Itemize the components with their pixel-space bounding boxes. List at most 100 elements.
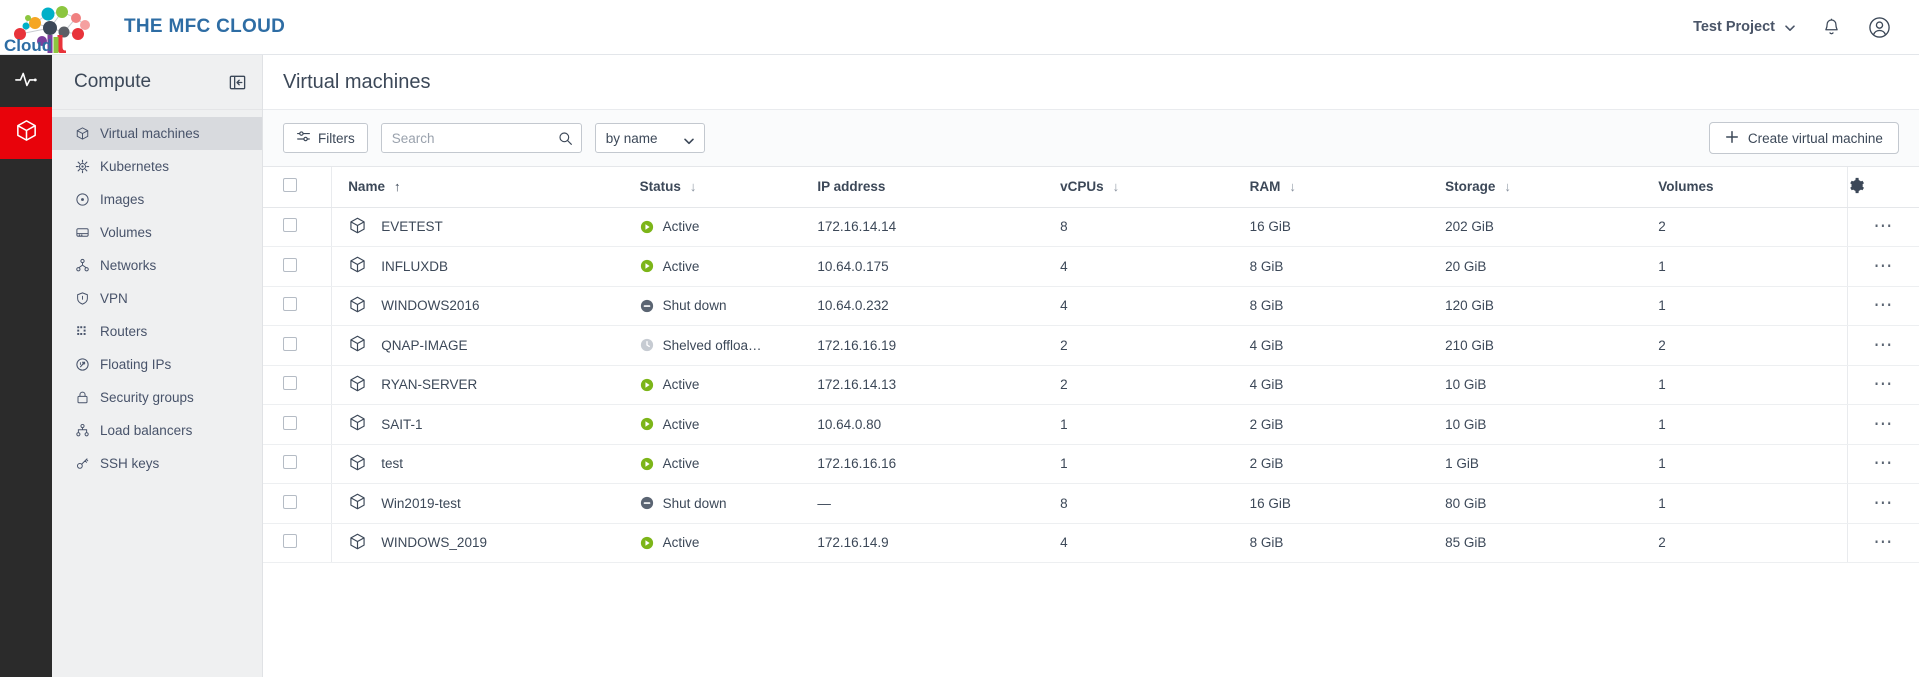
row-checkbox[interactable] [283,455,297,469]
rail-item-monitoring[interactable] [0,55,52,107]
table-row[interactable]: WINDOWS2016Shut down10.64.0.23248 GiB120… [263,286,1919,326]
row-storage-cell: 202 GiB [1445,207,1658,247]
status-indicator-icon [640,338,654,352]
ellipsis-icon[interactable]: ⋯ [1873,414,1894,435]
status-indicator-icon [640,457,654,471]
column-header-ram[interactable]: RAM ↓ [1250,167,1445,207]
row-checkbox[interactable] [283,416,297,430]
ellipsis-icon[interactable]: ⋯ [1873,493,1894,514]
select-all-checkbox[interactable] [283,178,297,192]
vm-name-link[interactable]: RYAN-SERVER [381,377,477,392]
user-account-icon[interactable] [1868,16,1891,39]
rail-item-compute[interactable] [0,107,52,159]
row-select-cell [263,523,332,563]
project-selector[interactable]: Test Project [1693,19,1795,35]
table-row[interactable]: INFLUXDBActive10.64.0.17548 GiB20 GiB1⋯ [263,247,1919,287]
table-row[interactable]: SAIT-1Active10.64.0.8012 GiB10 GiB1⋯ [263,405,1919,445]
row-checkbox[interactable] [283,297,297,311]
sidebar-item-label: VPN [100,291,128,306]
row-status-cell: Active [640,444,818,484]
sidebar-item-volumes[interactable]: Volumes [52,216,262,249]
row-checkbox[interactable] [283,258,297,272]
sidebar-item-networks[interactable]: Networks [52,249,262,282]
sort-desc-icon[interactable]: ↓ [1113,180,1120,193]
sort-desc-icon[interactable]: ↓ [1504,180,1511,193]
row-ram-cell: 8 GiB [1250,523,1445,563]
row-name-cell: RYAN-SERVER [332,365,640,405]
table-row[interactable]: EVETESTActive172.16.14.14816 GiB202 GiB2… [263,207,1919,247]
vm-name-link[interactable]: WINDOWS2016 [381,298,479,313]
table-row[interactable]: QNAP-IMAGEShelved offloa…172.16.16.1924 … [263,326,1919,366]
ellipsis-icon[interactable]: ⋯ [1873,295,1894,316]
ellipsis-icon[interactable]: ⋯ [1873,256,1894,277]
sidebar-item-images[interactable]: Images [52,183,262,216]
vm-name-link[interactable]: INFLUXDB [381,259,448,274]
ellipsis-icon[interactable]: ⋯ [1873,532,1894,553]
search-input[interactable] [382,124,581,152]
page-header: Virtual machines [263,55,1919,110]
table-scroll-region[interactable]: Name ↑ Status ↓ [263,167,1919,677]
table-row[interactable]: WINDOWS_2019Active172.16.14.948 GiB85 Gi… [263,523,1919,563]
status-indicator-icon [640,496,654,510]
vm-name-link[interactable]: SAIT-1 [381,417,422,432]
status-label: Shut down [663,298,727,313]
sort-select[interactable]: by name [595,123,705,153]
column-header-vcpus[interactable]: vCPUs ↓ [1060,167,1250,207]
vm-name-link[interactable]: WINDOWS_2019 [381,535,487,550]
bell-icon[interactable] [1821,17,1842,38]
sidebar-item-routers[interactable]: Routers [52,315,262,348]
floating-ip-icon [74,357,90,373]
sort-asc-icon[interactable]: ↑ [394,180,401,193]
row-checkbox[interactable] [283,218,297,232]
sidebar-item-vpn[interactable]: VPN [52,282,262,315]
ellipsis-icon[interactable]: ⋯ [1873,374,1894,395]
row-checkbox[interactable] [283,376,297,390]
table-body: EVETESTActive172.16.14.14816 GiB202 GiB2… [263,207,1919,563]
sidebar-item-ssh-keys[interactable]: SSH keys [52,447,262,480]
table-row[interactable]: testActive172.16.16.1612 GiB1 GiB1⋯ [263,444,1919,484]
sort-desc-icon[interactable]: ↓ [690,180,697,193]
collapse-panel-icon[interactable] [228,73,247,92]
brand-logo[interactable]: Cloud THE MFC CLOUD [0,0,285,55]
sidebar-item-kubernetes[interactable]: Kubernetes [52,150,262,183]
table-row[interactable]: Win2019-testShut down—816 GiB80 GiB1⋯ [263,484,1919,524]
sidebar-item-security-groups[interactable]: Security groups [52,381,262,414]
column-header-volumes[interactable]: Volumes [1658,167,1848,207]
ellipsis-icon[interactable]: ⋯ [1873,453,1894,474]
row-ram-cell: 4 GiB [1250,326,1445,366]
row-volumes-cell: 2 [1658,207,1848,247]
row-storage-cell: 10 GiB [1445,405,1658,445]
search-icon[interactable] [558,131,573,151]
search-box[interactable] [381,123,582,153]
ellipsis-icon[interactable]: ⋯ [1873,335,1894,356]
column-header-status[interactable]: Status ↓ [640,167,818,207]
sidebar-item-load-balancers[interactable]: Load balancers [52,414,262,447]
row-status-cell: Active [640,405,818,445]
cube-icon [348,532,367,554]
sidebar-item-floating-ips[interactable]: Floating IPs [52,348,262,381]
column-header-name[interactable]: Name ↑ [332,167,640,207]
ellipsis-icon[interactable]: ⋯ [1873,216,1894,237]
column-header-ip-address[interactable]: IP address [817,167,1060,207]
vm-name-link[interactable]: QNAP-IMAGE [381,338,467,353]
row-checkbox[interactable] [283,495,297,509]
sidebar-item-label: Virtual machines [100,126,200,141]
table-row[interactable]: RYAN-SERVERActive172.16.14.1324 GiB10 Gi… [263,365,1919,405]
gear-icon[interactable] [1848,182,1865,197]
vm-name-link[interactable]: test [381,456,403,471]
sort-desc-icon[interactable]: ↓ [1289,180,1296,193]
row-volumes-cell: 1 [1658,484,1848,524]
status-label: Shut down [663,496,727,511]
create-virtual-machine-button[interactable]: Create virtual machine [1709,122,1899,154]
sidebar-item-virtual-machines[interactable]: Virtual machines [52,117,262,150]
row-checkbox[interactable] [283,534,297,548]
row-volumes-cell: 1 [1658,444,1848,484]
row-checkbox[interactable] [283,337,297,351]
column-label: Status [640,179,681,194]
vm-name-link[interactable]: Win2019-test [381,496,461,511]
row-ip-cell: 10.64.0.175 [817,247,1060,287]
column-header-storage[interactable]: Storage ↓ [1445,167,1658,207]
vm-name-link[interactable]: EVETEST [381,219,443,234]
filters-button[interactable]: Filters [283,123,368,153]
row-name-cell: SAIT-1 [332,405,640,445]
